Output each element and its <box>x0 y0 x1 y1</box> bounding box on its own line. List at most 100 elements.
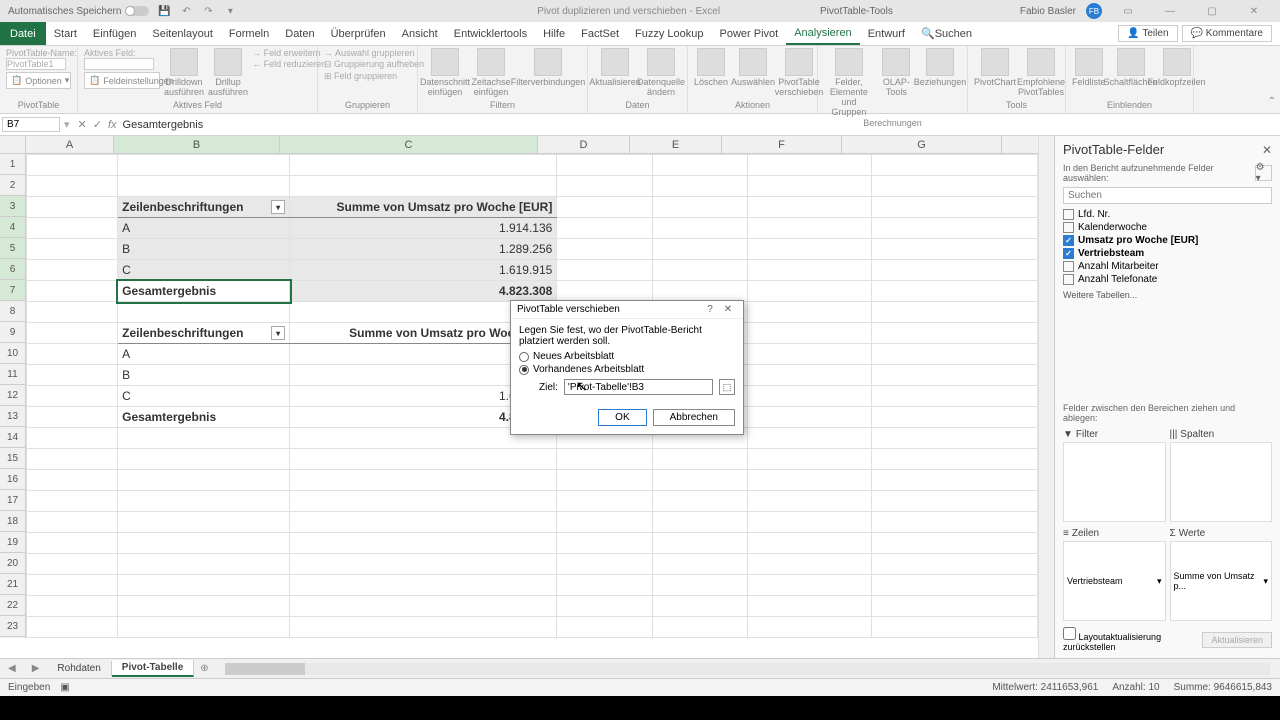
options-button[interactable]: 📋 Optionen ▾ <box>6 72 71 89</box>
name-box[interactable] <box>2 117 60 132</box>
filter-dropdown-icon[interactable]: ▾ <box>271 326 285 340</box>
row-header[interactable]: 16 <box>0 469 25 490</box>
tab-einfuegen[interactable]: Einfügen <box>85 22 144 45</box>
comments-button[interactable]: 💬 Kommentare <box>1182 25 1272 42</box>
col-header-a[interactable]: A <box>26 136 114 153</box>
cancel-formula-icon[interactable]: ✕ <box>78 118 87 131</box>
more-tables-link[interactable]: Weitere Tabellen... <box>1063 290 1272 300</box>
field-search-input[interactable] <box>1063 187 1272 204</box>
drilldown-button[interactable]: Drilldown ausführen <box>164 48 204 98</box>
filter-dropdown-icon[interactable]: ▾ <box>271 200 285 214</box>
row-header[interactable]: 6 <box>0 259 25 280</box>
horizontal-scrollbar[interactable] <box>225 663 1270 675</box>
field-item[interactable]: ✓Umsatz pro Woche [EUR] <box>1063 234 1272 247</box>
macro-record-icon[interactable]: ▣ <box>60 682 69 693</box>
group-field-button[interactable]: ⊞ Feld gruppieren <box>324 71 411 82</box>
row-header[interactable]: 1 <box>0 154 25 175</box>
row-header[interactable]: 20 <box>0 553 25 574</box>
field-item[interactable]: ✓Vertriebsteam <box>1063 247 1272 260</box>
sheet-tab-rohdaten[interactable]: Rohdaten <box>47 661 111 676</box>
tab-formeln[interactable]: Formeln <box>221 22 277 45</box>
ribbon-display-icon[interactable]: ▭ <box>1112 2 1144 20</box>
undo-icon[interactable]: ↶ <box>179 4 193 18</box>
cancel-button[interactable]: Abbrechen <box>653 409 735 426</box>
share-button[interactable]: 👤 Teilen <box>1118 25 1177 42</box>
dialog-help-icon[interactable]: ? <box>701 304 719 315</box>
save-icon[interactable]: 💾 <box>157 4 171 18</box>
field-item[interactable]: Kalenderwoche <box>1063 221 1272 234</box>
col-header-g[interactable]: G <box>842 136 1002 153</box>
radio-new-worksheet[interactable]: Neues Arbeitsblatt <box>519 351 735 362</box>
ok-button[interactable]: OK <box>598 409 646 426</box>
tab-entwurf[interactable]: Entwurf <box>860 22 913 45</box>
refresh-button[interactable]: Aktualisieren <box>594 48 636 88</box>
tab-fuzzy[interactable]: Fuzzy Lookup <box>627 22 711 45</box>
row-header[interactable]: 3 <box>0 196 25 217</box>
sheet-nav-prev-icon[interactable]: ◀ <box>0 663 24 674</box>
tab-file[interactable]: Datei <box>0 22 46 45</box>
ziel-input[interactable] <box>564 379 713 395</box>
select-all-corner[interactable] <box>0 136 26 153</box>
pt-name-input[interactable] <box>6 58 66 70</box>
close-icon[interactable]: ✕ <box>1238 2 1270 20</box>
update-button[interactable]: Aktualisieren <box>1202 632 1272 648</box>
rows-drop-area[interactable]: Vertriebsteam▾ <box>1063 541 1166 621</box>
row-header[interactable]: 5 <box>0 238 25 259</box>
collapse-field-button[interactable]: ← Feld reduzieren <box>252 59 326 69</box>
row-header[interactable]: 22 <box>0 595 25 616</box>
row-header[interactable]: 11 <box>0 364 25 385</box>
drillup-button[interactable]: Drillup ausführen <box>208 48 248 98</box>
tab-powerpivot[interactable]: Power Pivot <box>712 22 787 45</box>
filter-drop-area[interactable] <box>1063 442 1166 522</box>
autosave-toggle[interactable]: Automatisches Speichern <box>8 6 149 17</box>
row-header[interactable]: 13 <box>0 406 25 427</box>
range-selector-icon[interactable]: ⬚ <box>719 379 735 395</box>
values-drop-area[interactable]: Summe von Umsatz p...▾ <box>1170 541 1273 621</box>
tab-search[interactable]: 🔍 Suchen <box>913 22 980 45</box>
col-header-d[interactable]: D <box>538 136 630 153</box>
olap-tools-button[interactable]: OLAP-Tools <box>878 48 915 98</box>
fieldlist-button[interactable]: Feldliste <box>1072 48 1106 88</box>
row-header[interactable]: 10 <box>0 343 25 364</box>
buttons-toggle-button[interactable]: Schaltflächen <box>1110 48 1152 88</box>
user-avatar[interactable]: FB <box>1086 3 1102 19</box>
change-source-button[interactable]: Datenquelle ändern <box>640 48 682 98</box>
field-headers-button[interactable]: Feldkopfzeilen <box>1156 48 1198 88</box>
tab-analysieren[interactable]: Analysieren <box>786 22 859 45</box>
col-header-b[interactable]: B <box>114 136 280 153</box>
recommended-pt-button[interactable]: Empfohlene PivotTables <box>1020 48 1062 98</box>
col-header-c[interactable]: C <box>280 136 538 153</box>
slicer-button[interactable]: Datenschnitt einfügen <box>424 48 466 98</box>
tab-seitenlayout[interactable]: Seitenlayout <box>144 22 221 45</box>
row-header[interactable]: 15 <box>0 448 25 469</box>
dialog-close-icon[interactable]: ✕ <box>719 304 737 315</box>
clear-button[interactable]: Löschen <box>694 48 728 88</box>
redo-icon[interactable]: ↷ <box>201 4 215 18</box>
add-sheet-icon[interactable]: ⊕ <box>194 663 214 674</box>
collapse-ribbon-icon[interactable]: ⌃ <box>1268 96 1276 107</box>
accept-formula-icon[interactable]: ✓ <box>93 118 102 131</box>
minimize-icon[interactable]: — <box>1154 2 1186 20</box>
fx-icon[interactable]: fx <box>108 119 117 131</box>
radio-existing-worksheet[interactable]: Vorhandenes Arbeitsblatt <box>519 364 735 375</box>
row-header[interactable]: 7 <box>0 280 25 301</box>
panel-gear-icon[interactable]: ⚙ ▾ <box>1255 165 1272 181</box>
fields-items-button[interactable]: Felder, Elemente und Gruppen <box>824 48 874 118</box>
sheet-nav-next-icon[interactable]: ▶ <box>24 663 48 674</box>
row-header[interactable]: 23 <box>0 616 25 637</box>
row-header[interactable]: 19 <box>0 532 25 553</box>
row-header[interactable]: 17 <box>0 490 25 511</box>
tab-ueberpruefen[interactable]: Überprüfen <box>323 22 394 45</box>
tab-daten[interactable]: Daten <box>277 22 322 45</box>
row-header[interactable]: 12 <box>0 385 25 406</box>
row-header[interactable]: 2 <box>0 175 25 196</box>
select-button[interactable]: Auswählen <box>732 48 774 88</box>
row-header[interactable]: 4 <box>0 217 25 238</box>
sheet-tab-pivot[interactable]: Pivot-Tabelle <box>112 660 195 677</box>
field-item[interactable]: Anzahl Telefonate <box>1063 273 1272 286</box>
field-item[interactable]: Lfd. Nr. <box>1063 208 1272 221</box>
pivotchart-button[interactable]: PivotChart <box>974 48 1016 88</box>
defer-layout-checkbox[interactable]: Layoutaktualisierung zurückstellen <box>1063 627 1202 652</box>
maximize-icon[interactable]: ▢ <box>1196 2 1228 20</box>
row-header[interactable]: 8 <box>0 301 25 322</box>
